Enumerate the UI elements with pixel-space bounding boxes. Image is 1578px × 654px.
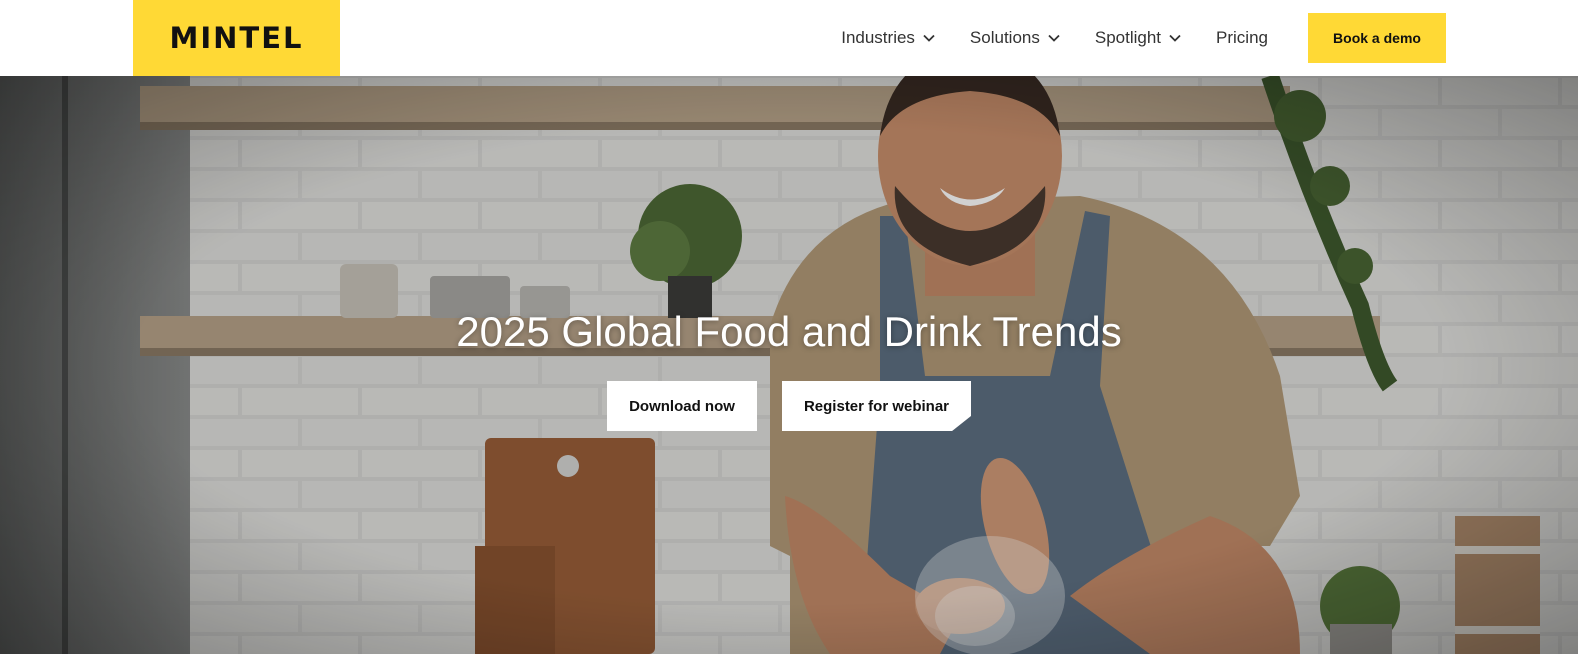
mintel-logo[interactable]: MINTEL [133, 0, 340, 76]
hero-button-group: Download now Register for webinar [0, 381, 1578, 431]
hero-title: 2025 Global Food and Drink Trends [456, 308, 1122, 355]
nav-spotlight-label: Spotlight [1094, 28, 1162, 47]
nav-industries-label: Industries [841, 28, 915, 47]
nav-spotlight[interactable]: Spotlight [1095, 28, 1181, 48]
nav-pricing-label: Pricing [1216, 28, 1268, 47]
nav-solutions[interactable]: Solutions [970, 28, 1060, 48]
hero-overlay [0, 76, 1578, 654]
main-nav: Industries Solutions Spotlight Pricing B… [841, 0, 1446, 76]
nav-industries[interactable]: Industries [841, 28, 935, 48]
chevron-down-icon [1169, 34, 1181, 42]
hero-banner: 2025 Global Food and Drink Trends Downlo… [0, 76, 1578, 654]
chevron-down-icon [923, 34, 935, 42]
download-now-button[interactable]: Download now [607, 381, 757, 431]
book-demo-button[interactable]: Book a demo [1308, 13, 1446, 63]
logo-text: MINTEL [169, 20, 304, 55]
nav-pricing[interactable]: Pricing [1216, 28, 1268, 48]
register-webinar-button[interactable]: Register for webinar [782, 381, 971, 431]
chevron-down-icon [1048, 34, 1060, 42]
nav-solutions-label: Solutions [969, 28, 1040, 47]
site-header: MINTEL Industries Solutions Spotlight Pr… [0, 0, 1578, 76]
